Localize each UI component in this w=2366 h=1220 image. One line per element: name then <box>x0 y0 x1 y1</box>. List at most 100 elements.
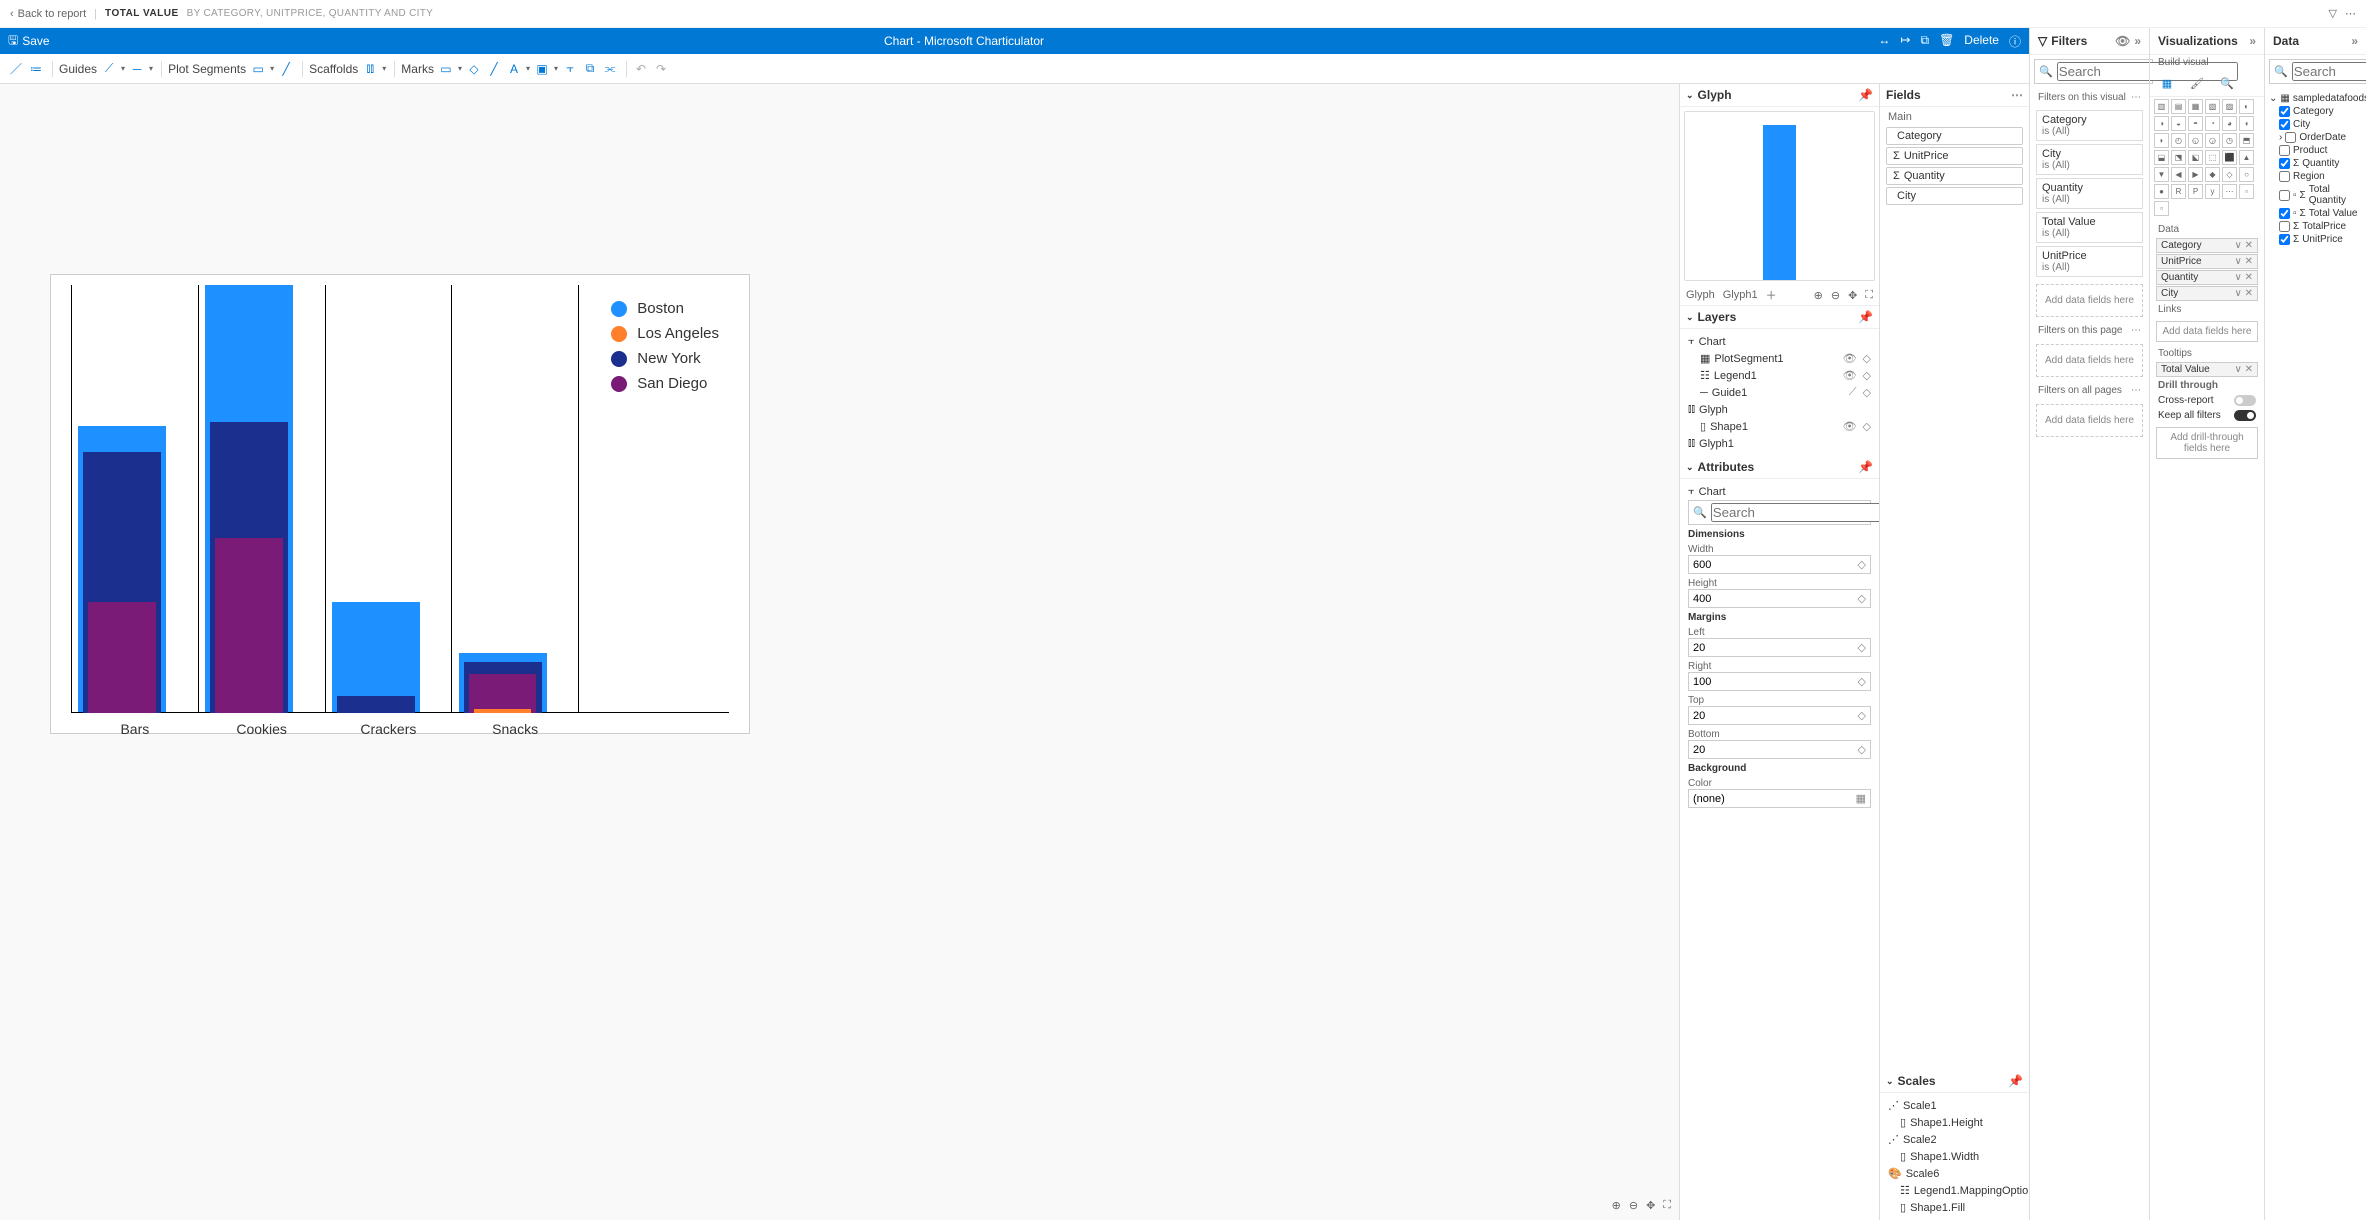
filters-pane-header[interactable]: ▽Filters 👁» <box>2030 28 2149 55</box>
left-input[interactable]: ◇ <box>1688 638 1871 657</box>
viz-type-icon[interactable]: R <box>2171 184 2186 199</box>
link-icon[interactable]: ⫘ <box>602 61 618 77</box>
color-input[interactable]: ▦ <box>1688 789 1871 808</box>
bottom-input[interactable]: ◇ <box>1688 740 1871 759</box>
field-checkbox[interactable] <box>2279 234 2290 245</box>
more-icon[interactable]: ⋯ <box>2131 385 2141 396</box>
viz-type-icon[interactable]: y <box>2205 184 2220 199</box>
format-tab-icon[interactable]: 🖌 <box>2188 74 2206 92</box>
viz-type-icon[interactable]: ◑ <box>2154 116 2169 131</box>
viz-type-icon[interactable]: ▦ <box>2188 99 2203 114</box>
crossreport-toggle[interactable] <box>2234 395 2256 406</box>
delete-button[interactable]: Delete <box>1964 33 1999 50</box>
scaffold-icon[interactable]: ⫾⫾ <box>362 61 378 77</box>
viz-type-icon[interactable]: ◀ <box>2171 167 2186 182</box>
bar[interactable] <box>469 674 537 713</box>
data-field-row[interactable]: ›OrderDate <box>2269 131 2362 144</box>
data-search[interactable]: 🔍 <box>2269 59 2366 84</box>
viz-pane-header[interactable]: Visualizations» <box>2150 28 2264 55</box>
right-input[interactable]: ◇ <box>1688 672 1871 691</box>
text-mark-icon[interactable]: A <box>506 61 522 77</box>
layer-chart[interactable]: ⫟Chart <box>1688 333 1871 350</box>
layer-guide1[interactable]: ─Guide1⟋◇ <box>1688 384 1871 401</box>
links-well[interactable]: Add data fields here <box>2156 321 2258 342</box>
eye-icon[interactable]: 👁 <box>1843 352 1857 365</box>
shape1-height[interactable]: ▯Shape1.Height <box>1888 1114 2021 1131</box>
data-field-row[interactable]: Region <box>2269 170 2362 183</box>
scale2[interactable]: ⋰Scale2 <box>1888 1131 2021 1148</box>
viz-type-icon[interactable]: ⬚ <box>2205 150 2220 165</box>
more-icon[interactable]: ⋯ <box>2131 92 2141 103</box>
data-field-row[interactable]: ΣTotalPrice <box>2269 220 2362 233</box>
viz-type-icon[interactable]: ⬕ <box>2188 150 2203 165</box>
category-cookies[interactable]: Cookies <box>198 285 325 713</box>
viz-type-icon[interactable]: ◓ <box>2188 116 2203 131</box>
data-field-row[interactable]: Product <box>2269 144 2362 157</box>
field-checkbox[interactable] <box>2279 190 2290 201</box>
viz-type-icon[interactable]: P <box>2188 184 2203 199</box>
tooltip-well[interactable]: Total Value∨ ✕ <box>2156 362 2258 377</box>
symbol-mark-icon[interactable]: ◇ <box>466 61 482 77</box>
field-pill[interactable]: ΣUnitPrice <box>1886 147 2023 165</box>
pin-icon[interactable]: 📌 <box>1858 88 1873 102</box>
rect-mark-icon[interactable]: ▭ <box>438 61 454 77</box>
bind-icon[interactable]: ◇ <box>1854 592 1866 605</box>
bind-icon[interactable]: ◇ <box>1854 641 1866 654</box>
field-checkbox[interactable] <box>2285 132 2296 143</box>
redo2-icon[interactable]: ↷ <box>653 61 669 77</box>
viz-type-icon[interactable]: ▫ <box>2239 184 2254 199</box>
drill-well[interactable]: Add drill-through fields here <box>2156 427 2258 459</box>
glyph-tab[interactable]: Glyph <box>1686 289 1715 301</box>
layer-glyph[interactable]: ⫾⫾Glyph <box>1688 401 1871 418</box>
zoom-out-icon[interactable]: ⊖ <box>1831 289 1840 302</box>
viz-type-icon[interactable]: ⬒ <box>2239 133 2254 148</box>
more-icon[interactable]: ⋯ <box>2011 88 2023 102</box>
add-glyph-icon[interactable]: ＋ <box>1766 287 1777 303</box>
zoom-in-icon[interactable]: ⊕ <box>1612 1199 1621 1212</box>
field-well[interactable]: Quantity∨ ✕ <box>2156 270 2258 285</box>
field-checkbox[interactable] <box>2279 208 2290 219</box>
category-bars[interactable]: Bars <box>71 285 198 713</box>
field-checkbox[interactable] <box>2279 171 2290 182</box>
pin-icon[interactable]: 📌 <box>2008 1074 2023 1088</box>
viz-type-icon[interactable]: ▫ <box>2154 201 2169 216</box>
viz-type-icon[interactable]: ◖ <box>2239 116 2254 131</box>
erase-icon[interactable]: ◇ <box>1863 369 1871 382</box>
build-tab-icon[interactable]: ▦ <box>2158 74 2176 92</box>
viz-type-icon[interactable]: ⋯ <box>2222 184 2237 199</box>
expand-icon[interactable]: » <box>2134 34 2141 48</box>
viz-type-icon[interactable]: ◔ <box>2205 116 2220 131</box>
width-input[interactable]: ◇ <box>1688 555 1871 574</box>
field-checkbox[interactable] <box>2279 145 2290 156</box>
viz-type-icon[interactable]: ⬓ <box>2154 150 2169 165</box>
filter-card[interactable]: Cityis (All) <box>2036 144 2143 175</box>
pin-icon[interactable]: 📌 <box>1858 460 1873 474</box>
erase-icon[interactable]: ◇ <box>1863 386 1871 399</box>
bind-icon[interactable]: ◇ <box>1854 743 1866 756</box>
filter-card[interactable]: Categoryis (All) <box>2036 110 2143 141</box>
line-seg-icon[interactable]: ╱ <box>278 61 294 77</box>
bar[interactable] <box>88 602 156 713</box>
bar[interactable] <box>474 709 532 713</box>
field-checkbox[interactable] <box>2279 158 2290 169</box>
pin-icon[interactable]: 📌 <box>1858 310 1873 324</box>
eye-off-icon[interactable]: ⟋ <box>1849 386 1857 399</box>
height-input[interactable]: ◇ <box>1688 589 1871 608</box>
data-pane-header[interactable]: Data» <box>2265 28 2366 55</box>
data-field-row[interactable]: ΣQuantity <box>2269 157 2362 170</box>
eye-icon[interactable]: 👁 <box>1843 369 1857 382</box>
filters-search[interactable]: 🔍 <box>2034 59 2153 84</box>
redo-icon[interactable]: ↦ <box>1900 33 1910 50</box>
viz-type-icon[interactable]: ◕ <box>2222 116 2237 131</box>
zoom-out-icon[interactable]: ⊖ <box>1629 1199 1638 1212</box>
fit-icon[interactable]: ⛶ <box>1663 1199 1671 1212</box>
viz-type-icon[interactable]: ▼ <box>2154 167 2169 182</box>
filter-card[interactable]: UnitPriceis (All) <box>2036 246 2143 277</box>
data-field-row[interactable]: ▫ΣTotal Value <box>2269 207 2362 220</box>
glyph-panel-header[interactable]: ⌄ Glyph 📌 <box>1680 84 1879 107</box>
field-pill[interactable]: Category <box>1886 127 2023 145</box>
icon-mark-icon[interactable]: ▣ <box>534 61 550 77</box>
viz-type-icon[interactable]: ◆ <box>2205 167 2220 182</box>
glyph-preview[interactable] <box>1684 111 1875 281</box>
viz-type-icon[interactable]: ▧ <box>2205 99 2220 114</box>
